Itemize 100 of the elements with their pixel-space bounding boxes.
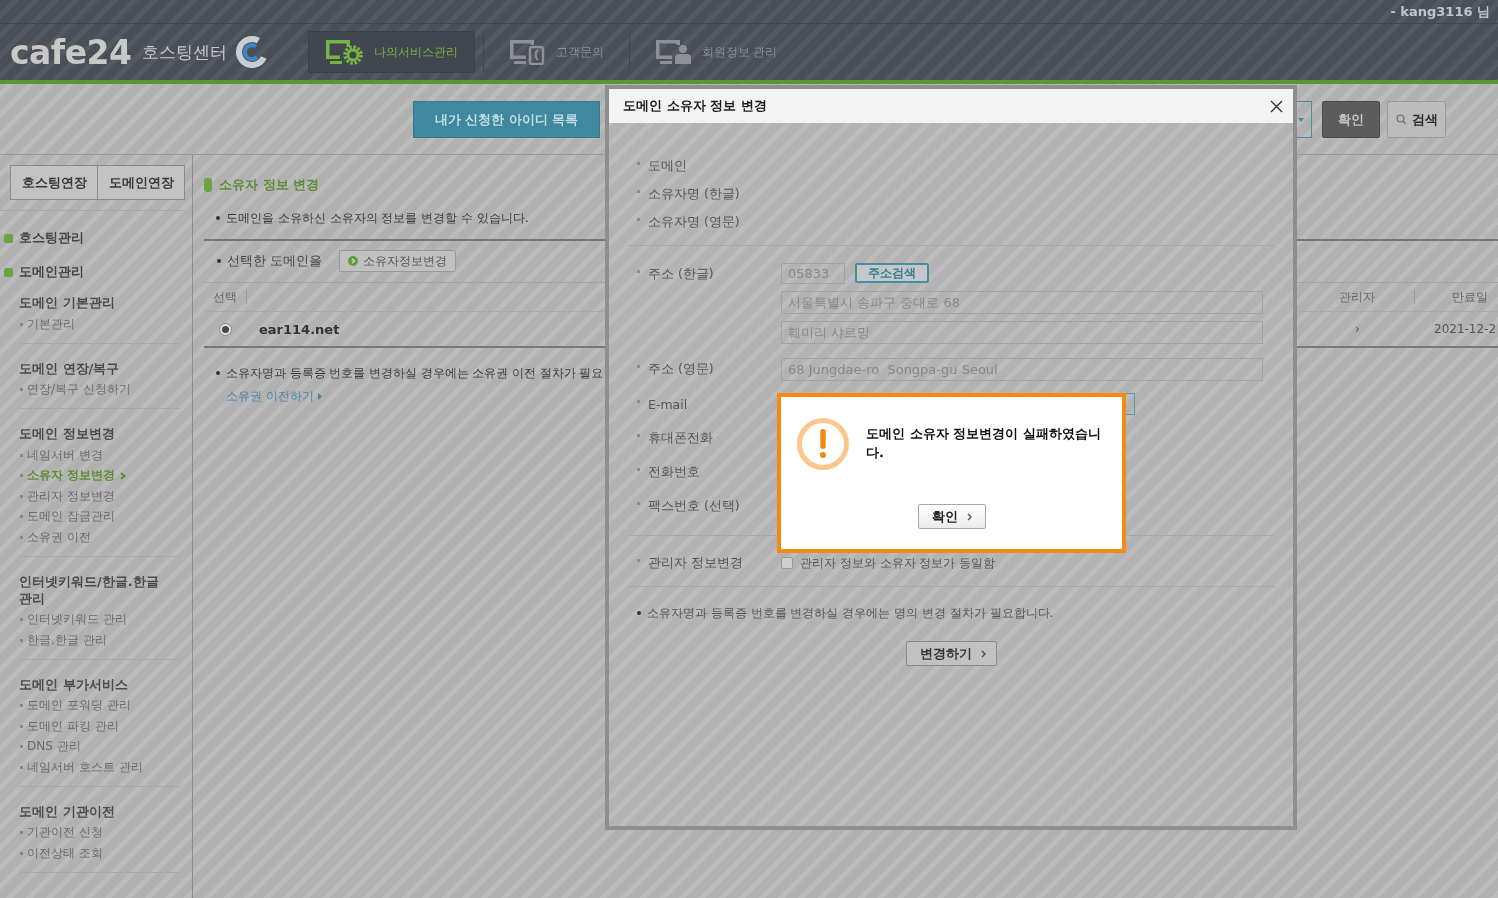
bullet-icon bbox=[637, 217, 640, 221]
bullet-icon bbox=[20, 474, 23, 478]
menu-heading: 도메인 부가서비스 bbox=[19, 675, 129, 693]
submit-button[interactable]: 변경하기 bbox=[906, 641, 997, 666]
submenu-item[interactable]: 도메인 포워딩 관리 bbox=[19, 695, 180, 716]
submenu-item[interactable]: 기본관리 bbox=[19, 314, 180, 335]
renewal-button[interactable]: 호스팅연장 bbox=[10, 165, 98, 200]
menu-heading: 인터넷키워드/한글.한글 관리 bbox=[19, 572, 160, 607]
confirm-button[interactable]: 확인 bbox=[1322, 101, 1380, 138]
bullet-icon bbox=[20, 851, 23, 855]
bullet-icon bbox=[637, 611, 641, 615]
bullet-icon bbox=[20, 515, 23, 519]
ok-button[interactable]: 확인 bbox=[917, 504, 986, 529]
bullet-icon bbox=[20, 638, 23, 642]
arrow-circle-icon bbox=[348, 256, 359, 266]
table-cell: 2021-12-2 bbox=[1434, 322, 1497, 336]
id-list-button[interactable]: 내가 신청한 아이디 목록 bbox=[413, 101, 600, 138]
bullet-icon bbox=[637, 433, 640, 437]
bullet-icon bbox=[637, 189, 640, 193]
submenu-item[interactable]: 관리자 정보변경 bbox=[19, 486, 180, 507]
field-label: 휴대폰전화 bbox=[648, 429, 713, 447]
bullet-icon bbox=[20, 831, 23, 835]
submenu-item[interactable]: 도메인 잠금관리 bbox=[19, 506, 180, 527]
bullet-icon bbox=[637, 558, 640, 562]
field-label: 주소 (영문) bbox=[648, 360, 714, 378]
menu-heading: 도메인 정보변경 bbox=[19, 425, 116, 442]
logo-caption: 호스팅센터 bbox=[141, 40, 227, 64]
column-header: 관리자 bbox=[1339, 290, 1375, 304]
nav-tab[interactable]: 나의서비스관리 bbox=[307, 31, 475, 73]
bullet-icon bbox=[216, 216, 220, 220]
field-label: 팩스번호 (선택) bbox=[648, 497, 740, 515]
monitor-phone-icon bbox=[508, 39, 545, 65]
bullet-icon bbox=[20, 494, 23, 498]
search-icon bbox=[1395, 114, 1406, 125]
bullet-icon bbox=[637, 269, 640, 273]
submenu-item[interactable]: 소유자 정보변경 bbox=[19, 465, 180, 486]
logo-wordmark[interactable]: cafe24 bbox=[10, 35, 132, 69]
submenu-item[interactable]: 도메인 파킹 관리 bbox=[19, 716, 180, 737]
bullet-icon bbox=[20, 765, 23, 769]
user-greeting: - kang3116 님 bbox=[1390, 2, 1490, 21]
warning-icon bbox=[797, 418, 849, 470]
caret-icon bbox=[317, 392, 322, 400]
menu-heading: 도메인 연장/복구 bbox=[19, 359, 121, 377]
submenu-item[interactable]: 이전상태 조회 bbox=[19, 843, 180, 864]
bullet-icon bbox=[20, 724, 23, 728]
radio-button[interactable] bbox=[219, 322, 232, 336]
field-label: 도메인 bbox=[648, 157, 687, 175]
description-text: 도메인을 소유하신 소유자의 정보를 변경할 수 있습니다. bbox=[226, 209, 529, 227]
dialog-title: 도메인 소유자 정보 변경 bbox=[623, 97, 767, 115]
bullet-icon bbox=[20, 388, 23, 392]
square-bullet-icon bbox=[4, 233, 13, 243]
monitor-person-icon bbox=[654, 39, 691, 65]
submenu-item[interactable]: 소유권 이전 bbox=[19, 527, 180, 548]
submenu-item[interactable]: 기관이전 신청 bbox=[19, 822, 180, 843]
bullet-icon bbox=[20, 453, 23, 457]
bullet-icon bbox=[20, 618, 23, 622]
submenu-item[interactable]: 연장/복구 신청하기 bbox=[19, 379, 180, 400]
field-label: 전화번호 bbox=[648, 463, 700, 481]
submenu-item[interactable]: DNS 관리 bbox=[19, 736, 180, 757]
field-label: 소유자명 (영문) bbox=[648, 213, 740, 231]
monitor-gear-icon bbox=[324, 39, 363, 65]
menu-item[interactable]: 도메인관리 bbox=[4, 262, 192, 282]
note-text: 소유자명과 등록증 번호를 변경하실 경우에는 명의 변경 절차가 필요합니다. bbox=[647, 606, 1054, 620]
checkbox-label[interactable]: 관리자 정보와 소유자 정보가 동일함 bbox=[800, 554, 996, 572]
field-label: E-mail bbox=[648, 396, 688, 412]
action-label: 선택한 도메인을 bbox=[227, 252, 323, 270]
field-label: 주소 (한글) bbox=[648, 265, 714, 283]
chevron-icon bbox=[120, 471, 127, 480]
submenu-item[interactable]: 인터넷키워드 관리 bbox=[19, 609, 180, 630]
bullet-icon bbox=[217, 259, 221, 263]
menu-item[interactable]: 호스팅관리 bbox=[4, 228, 192, 248]
bullet-icon bbox=[637, 161, 640, 165]
column-header: 선택 bbox=[213, 290, 237, 304]
nav-tab[interactable]: 회원정보 관리 bbox=[637, 31, 795, 73]
checkbox[interactable] bbox=[781, 557, 793, 569]
menu-heading: 도메인 기관이전 bbox=[19, 802, 116, 820]
owner-change-button[interactable]: 소유자정보변경 bbox=[339, 250, 457, 272]
close-icon[interactable] bbox=[1270, 99, 1283, 113]
address-search-button[interactable]: 주소검색 bbox=[855, 263, 929, 283]
search-button[interactable]: 검색 bbox=[1387, 101, 1446, 138]
caret-icon bbox=[1298, 117, 1304, 122]
renewal-button[interactable]: 도메인연장 bbox=[98, 165, 185, 200]
transfer-link[interactable]: 소유권 이전하기 bbox=[226, 389, 322, 403]
submenu-item[interactable]: 한글.한글 관리 bbox=[19, 630, 180, 651]
field-label: 관리자 정보변경 bbox=[648, 554, 743, 572]
bar-marker-icon bbox=[204, 178, 212, 192]
table-cell: ear114.net bbox=[259, 321, 340, 337]
submenu-item[interactable]: 네임서버 변경 bbox=[19, 445, 180, 466]
chevron-icon bbox=[981, 649, 986, 658]
ring-logo-icon bbox=[235, 36, 268, 68]
bullet-icon bbox=[637, 399, 640, 403]
bullet-icon bbox=[637, 364, 640, 368]
nav-tab[interactable]: 고객문의 bbox=[491, 31, 621, 73]
square-bullet-icon bbox=[4, 267, 13, 277]
chevron-icon bbox=[966, 512, 972, 521]
note-text: 소유자명과 등록증 번호를 변경하실 경우에는 소유권 이전 절차가 필요 bbox=[226, 366, 604, 380]
bullet-icon bbox=[637, 501, 640, 505]
column-header: 만료일 bbox=[1452, 290, 1488, 304]
submenu-item[interactable]: 네임서버 호스트 관리 bbox=[19, 757, 180, 778]
bullet-icon bbox=[20, 704, 23, 708]
